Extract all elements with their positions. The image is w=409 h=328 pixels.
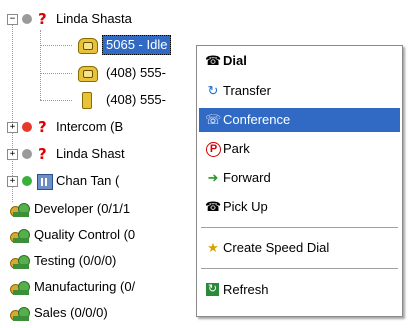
tree-item-chan-tan[interactable]: + Chan Tan ( [0, 170, 200, 192]
cell-phone-icon [82, 92, 92, 109]
menu-item-label: Park [223, 141, 250, 156]
group-developer[interactable]: Developer (0/1/1 [0, 198, 200, 220]
menu-item-label: Conference [223, 112, 291, 127]
menu-item-refresh[interactable]: ↻ Refresh [199, 278, 400, 302]
phone-icon [78, 66, 98, 82]
tree-item-mobile[interactable]: (408) 555- [0, 89, 200, 111]
group-quality-control[interactable]: Quality Control (0 [0, 224, 200, 246]
tree-item-linda-shasta[interactable]: − ? Linda Shasta [0, 8, 200, 30]
menu-item-label: Dial [223, 53, 247, 68]
unknown-status-icon: ? [38, 10, 47, 28]
tree-item-intercom[interactable]: + ? Intercom (B [0, 116, 200, 138]
group-icon [10, 279, 30, 295]
unknown-status-icon: ? [38, 118, 47, 136]
group-icon [10, 305, 30, 321]
menu-item-dial[interactable]: ☎ Dial [199, 49, 400, 73]
conference-icon: ☏ [205, 112, 222, 127]
group-manufacturing[interactable]: Manufacturing (0/ [0, 276, 200, 298]
tree-item-label: Intercom (B [56, 119, 124, 134]
tree-item-label: 5065 - Idle [102, 35, 172, 55]
collapse-icon[interactable]: − [7, 14, 18, 25]
tree-item-label: Linda Shasta [56, 11, 132, 26]
group-label: Developer (0/1/1 [34, 201, 131, 216]
group-icon [10, 201, 30, 217]
menu-item-label: Pick Up [223, 199, 268, 214]
group-label: Quality Control (0 [34, 227, 136, 242]
park-icon: P [206, 142, 221, 157]
menu-item-park[interactable]: P Park [199, 137, 400, 161]
group-sales[interactable]: Sales (0/0/0) [0, 302, 200, 324]
menu-item-forward[interactable]: ➜ Forward [199, 166, 400, 190]
group-icon [10, 253, 30, 269]
expand-icon[interactable]: + [7, 176, 18, 187]
menu-item-create-speed-dial[interactable]: ★ Create Speed Dial [199, 236, 400, 260]
refresh-icon: ↻ [206, 283, 219, 296]
menu-item-transfer[interactable]: ↻ Transfer [199, 79, 400, 103]
tree-item-linda-shasta-2[interactable]: + ? Linda Shast [0, 143, 200, 165]
unknown-status-icon: ? [38, 145, 47, 163]
status-offline-icon [22, 149, 32, 159]
expand-icon[interactable]: + [7, 122, 18, 133]
dial-icon: ☎ [205, 53, 222, 68]
tree-item-label: Linda Shast [56, 146, 125, 161]
tree-item-label: (408) 555- [106, 65, 166, 80]
forward-icon: ➜ [207, 170, 219, 185]
expand-icon[interactable]: + [7, 149, 18, 160]
group-label: Manufacturing (0/ [34, 279, 136, 294]
menu-item-pickup[interactable]: ☎ Pick Up [199, 195, 400, 219]
group-label: Sales (0/0/0) [34, 305, 108, 320]
group-testing[interactable]: Testing (0/0/0) [0, 250, 200, 272]
menu-item-label: Forward [223, 170, 271, 185]
group-icon [10, 227, 30, 243]
tree-item-label: (408) 555- [106, 92, 166, 107]
menu-separator [201, 227, 398, 229]
group-label: Testing (0/0/0) [34, 253, 117, 268]
tree-item-number[interactable]: (408) 555- [0, 62, 200, 84]
tree-item-extension[interactable]: 5065 - Idle [0, 34, 200, 56]
menu-separator [201, 268, 398, 270]
status-busy-icon [22, 122, 32, 132]
menu-item-label: Transfer [223, 83, 271, 98]
status-offline-icon [22, 14, 32, 24]
context-menu: ☎ Dial ↻ Transfer ☏ Conference P Park ➜ … [196, 45, 403, 317]
speed-dial-icon: ★ [207, 240, 219, 255]
menu-item-conference[interactable]: ☏ Conference [199, 108, 400, 132]
tree-item-label: Chan Tan ( [56, 173, 120, 188]
pickup-icon: ☎ [205, 199, 222, 214]
menu-item-label: Create Speed Dial [223, 240, 330, 255]
menu-item-label: Refresh [223, 282, 269, 297]
status-online-icon [22, 176, 32, 186]
desk-phone-icon [78, 38, 98, 54]
transfer-icon: ↻ [207, 83, 219, 98]
directory-icon [37, 174, 53, 190]
